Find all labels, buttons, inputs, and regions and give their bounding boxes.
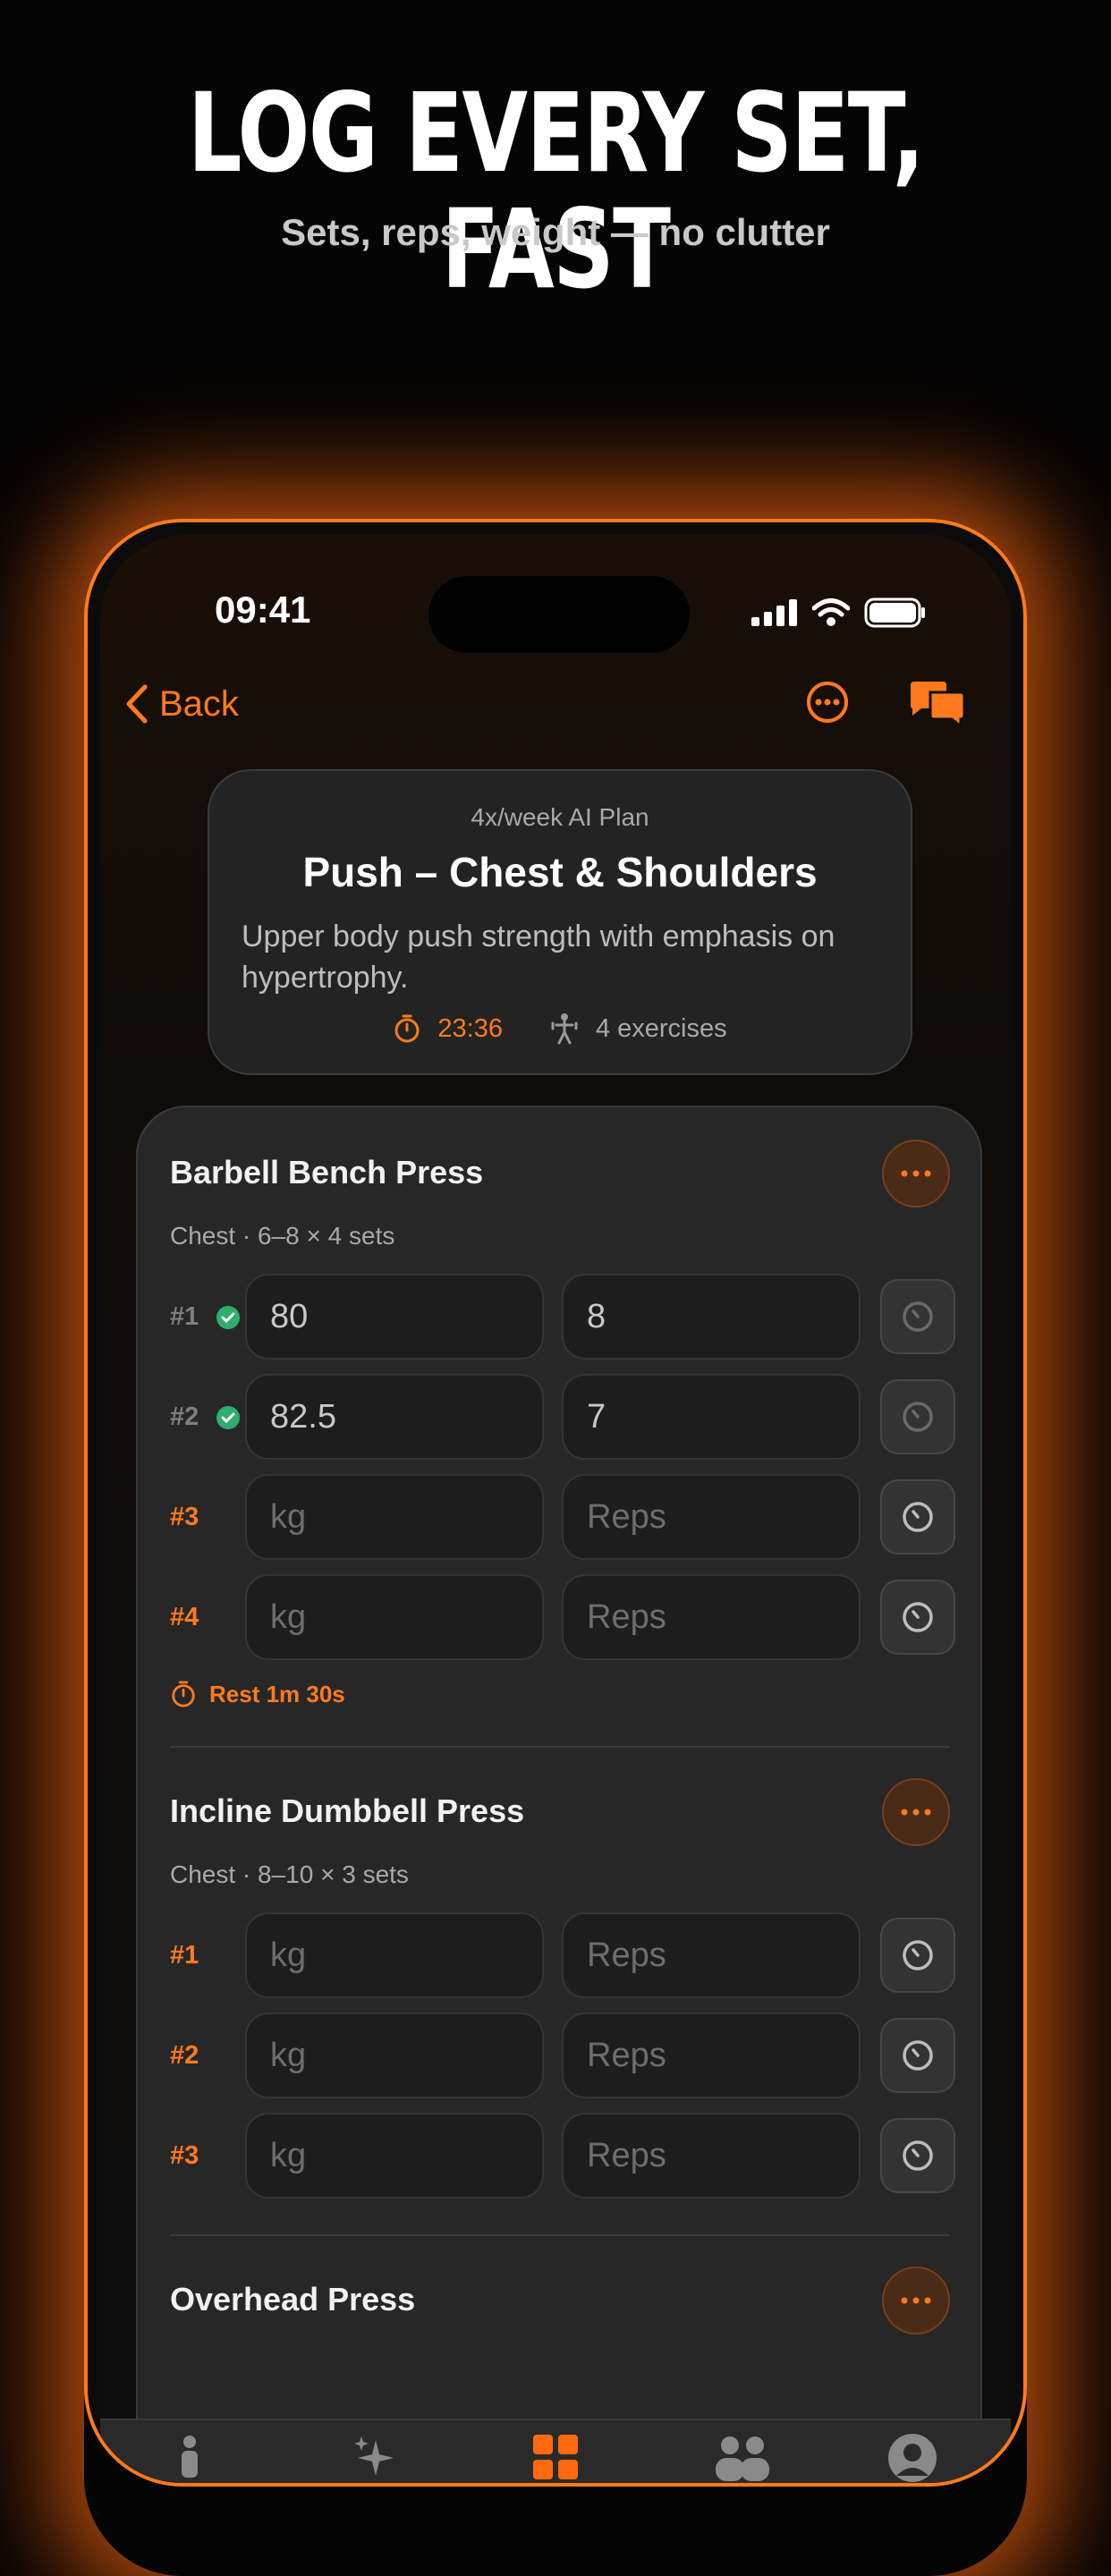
hero-subtitle: Sets, reps, weight — no clutter — [281, 211, 830, 253]
cellular-signal-icon — [751, 599, 797, 626]
set-timer-button[interactable] — [880, 1918, 955, 1993]
exercise-name: Barbell Bench Press — [170, 1154, 484, 1191]
plan-meta: 23:36 4 exercises — [209, 1013, 911, 1045]
dynamic-island — [428, 576, 690, 653]
set-row: #1 80 8 — [138, 1274, 980, 1360]
weight-input[interactable]: 82.5 — [245, 1374, 544, 1460]
tab-person[interactable] — [172, 2433, 208, 2483]
plan-title: Push – Chest & Shoulders — [302, 849, 818, 895]
timer-icon — [903, 1940, 933, 1970]
plan-exercise-count: 4 exercises — [595, 1013, 727, 1043]
check-circle-icon — [216, 1306, 240, 1329]
exercise-options-button[interactable] — [882, 2267, 950, 2334]
check-circle-icon — [216, 1406, 240, 1429]
set-timer-button[interactable] — [880, 2118, 955, 2193]
set-number: #1 — [170, 1302, 199, 1331]
hero-title: LOG EVERY SET, FAST — [187, 70, 925, 313]
chat-bubbles-icon — [911, 682, 966, 730]
set-row: #4 kg Reps — [138, 1574, 980, 1660]
wifi-icon — [812, 598, 850, 626]
person-icon — [182, 2436, 198, 2478]
timer-icon — [903, 2140, 933, 2171]
set-timer-button[interactable] — [880, 1580, 955, 1655]
tab-community[interactable] — [708, 2433, 776, 2483]
tab-bar — [100, 2419, 1011, 2483]
tab-ai[interactable] — [351, 2433, 401, 2483]
back-label: Back — [159, 683, 239, 724]
status-icons — [751, 597, 927, 628]
timer-icon — [903, 2040, 933, 2071]
plan-tag: 4x/week AI Plan — [471, 803, 649, 831]
battery-icon — [864, 597, 925, 628]
back-button[interactable]: Back — [123, 683, 239, 724]
app-screen: 09:41 Back 4x/week AI Plan Push – Chest … — [100, 535, 1011, 2483]
set-timer-button[interactable] — [880, 1379, 955, 1454]
more-icon — [807, 682, 848, 723]
sparkles-icon — [354, 2436, 394, 2476]
weight-input[interactable]: kg — [245, 1474, 544, 1560]
chevron-left-icon — [126, 684, 148, 724]
weight-input[interactable]: kg — [245, 2012, 544, 2098]
set-number: #3 — [170, 2141, 199, 2170]
weight-input[interactable]: kg — [245, 1574, 544, 1660]
profile-icon — [888, 2434, 937, 2482]
ellipsis-icon — [901, 1809, 931, 1816]
ellipsis-icon — [901, 2297, 931, 2304]
exercise-meta: Chest · 8–10 × 3 sets — [170, 1860, 409, 1888]
reps-input[interactable]: Reps — [562, 1912, 861, 1998]
exercise-options-button[interactable] — [882, 1778, 950, 1846]
set-timer-button[interactable] — [880, 1279, 955, 1354]
set-row: #3 kg Reps — [138, 2113, 980, 2199]
set-number: #2 — [170, 2041, 199, 2070]
stopwatch-icon — [172, 1681, 195, 1707]
plan-card: 4x/week AI Plan Push – Chest & Shoulders… — [208, 769, 912, 1075]
reps-input[interactable]: Reps — [562, 1474, 861, 1560]
reps-input[interactable]: Reps — [562, 2012, 861, 2098]
rest-timer[interactable]: Rest 1m 30s — [170, 1680, 345, 1708]
more-button[interactable] — [805, 680, 850, 729]
set-number: #2 — [170, 1402, 199, 1431]
timer-icon — [903, 1602, 933, 1632]
divider — [170, 2234, 950, 2236]
set-number: #1 — [170, 1941, 199, 1970]
reps-input[interactable]: Reps — [562, 1574, 861, 1660]
set-row: #2 kg Reps — [138, 2012, 980, 2098]
rest-label: Rest 1m 30s — [209, 1680, 345, 1707]
exercise-figure-icon — [551, 1013, 578, 1045]
timer-icon — [903, 1502, 933, 1532]
weight-input[interactable]: kg — [245, 2113, 544, 2199]
grid-icon — [533, 2435, 578, 2479]
timer-icon — [903, 1402, 933, 1432]
timer-icon — [903, 1301, 933, 1332]
exercise-name: Overhead Press — [170, 2281, 416, 2318]
stopwatch-icon — [394, 1014, 420, 1043]
tab-profile[interactable] — [887, 2433, 937, 2483]
set-timer-button[interactable] — [880, 1479, 955, 1555]
tab-workouts[interactable] — [531, 2433, 581, 2483]
set-row: #1 kg Reps — [138, 1912, 980, 1998]
ellipsis-icon — [901, 1170, 931, 1177]
set-number: #4 — [170, 1603, 199, 1631]
set-row: #2 82.5 7 — [138, 1374, 980, 1460]
weight-input[interactable]: kg — [245, 1912, 544, 1998]
workout-card: Barbell Bench Press Chest · 6–8 × 4 sets… — [136, 1106, 982, 2483]
weight-input[interactable]: 80 — [245, 1274, 544, 1360]
status-time: 09:41 — [215, 589, 311, 631]
chat-button[interactable] — [907, 678, 968, 733]
exercise-meta: Chest · 6–8 × 4 sets — [170, 1222, 395, 1250]
set-timer-button[interactable] — [880, 2018, 955, 2093]
exercise-options-button[interactable] — [882, 1140, 950, 1208]
phone-frame: 09:41 Back 4x/week AI Plan Push – Chest … — [84, 519, 1027, 2487]
exercise-name: Incline Dumbbell Press — [170, 1792, 525, 1829]
reps-input[interactable]: Reps — [562, 2113, 861, 2199]
set-number: #3 — [170, 1503, 199, 1531]
set-row: #3 kg Reps — [138, 1474, 980, 1560]
divider — [170, 1746, 950, 1748]
reps-input[interactable]: 8 — [562, 1274, 861, 1360]
reps-input[interactable]: 7 — [562, 1374, 861, 1460]
plan-duration: 23:36 — [437, 1013, 503, 1043]
group-icon — [716, 2436, 769, 2481]
plan-description: Upper body push strength with emphasis o… — [242, 919, 835, 995]
